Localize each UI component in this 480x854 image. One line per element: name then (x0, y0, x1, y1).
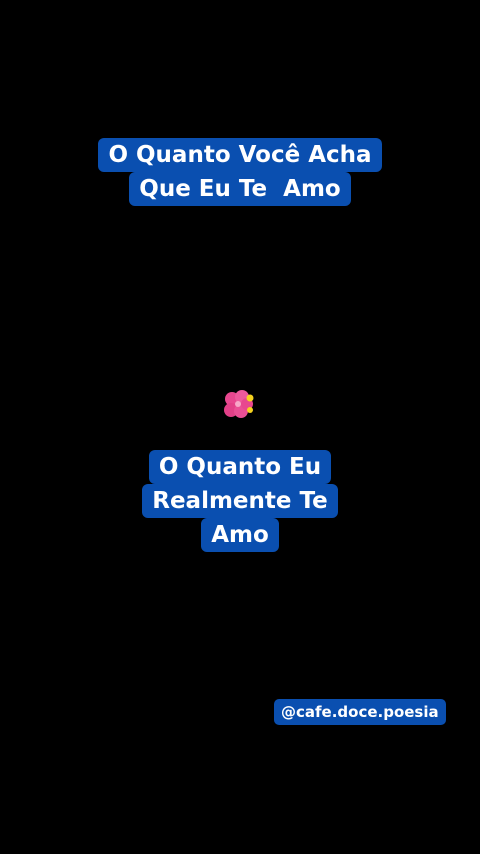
caption-bottom-line-3: Amo (201, 518, 279, 552)
flower-icon (224, 390, 254, 418)
watermark-handle: @cafe.doce.poesia (274, 699, 446, 725)
caption-bottom-line-1: O Quanto Eu (148, 450, 332, 484)
caption-bottom: O Quanto Eu Realmente Te Amo (0, 450, 480, 552)
caption-top-line-2: Que Eu Te Amo (129, 172, 351, 206)
caption-bottom-line-2: Realmente Te (142, 484, 338, 518)
caption-top-line-1: O Quanto Você Acha (98, 138, 382, 172)
caption-top: O Quanto Você Acha Que Eu Te Amo (0, 138, 480, 206)
